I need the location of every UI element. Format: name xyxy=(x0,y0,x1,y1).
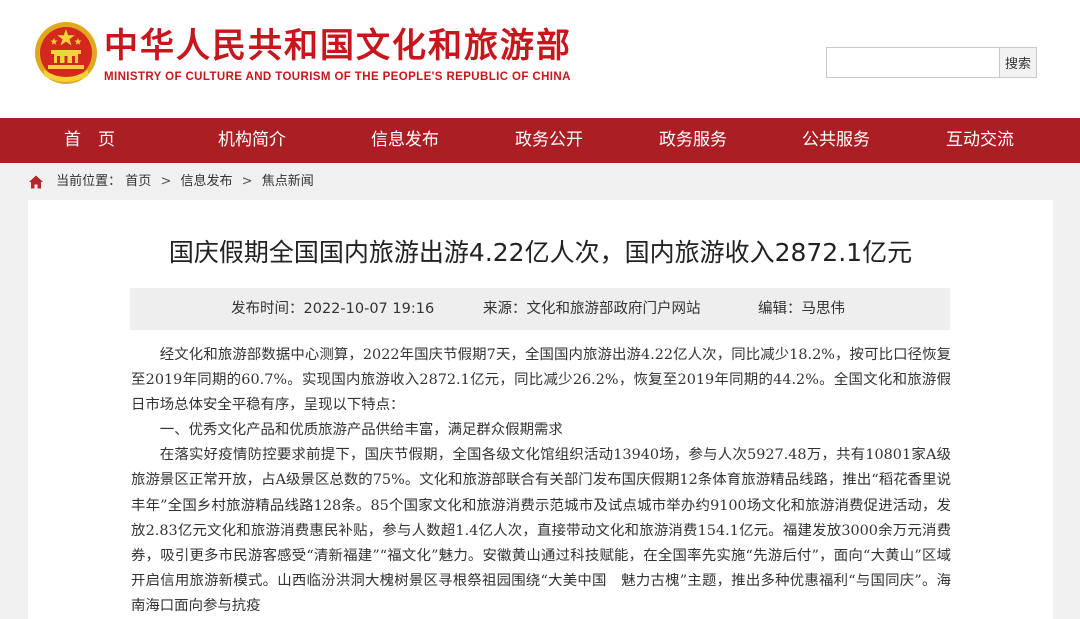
search-button[interactable]: 搜索 xyxy=(999,47,1037,78)
breadcrumb-separator: > xyxy=(241,174,253,189)
site-title-en: MINISTRY OF CULTURE AND TOURISM OF THE P… xyxy=(104,71,571,83)
nav-item-about[interactable]: 机构简介 xyxy=(218,118,286,163)
article-paragraph: 经文化和旅游部数据中心测算，2022年国庆节假期7天，全国国内旅游出游4.22亿… xyxy=(131,347,951,414)
breadcrumb-home[interactable]: 首页 xyxy=(125,174,151,189)
site-title[interactable]: 中华人民共和国文化和旅游部 xyxy=(104,26,572,66)
national-emblem-icon[interactable] xyxy=(34,20,98,86)
search-input[interactable] xyxy=(826,47,1000,78)
nav-item-gov-services[interactable]: 政务服务 xyxy=(659,118,727,163)
breadcrumb-separator: > xyxy=(160,174,172,189)
site-header: 中华人民共和国文化和旅游部 MINISTRY OF CULTURE AND TO… xyxy=(0,0,1080,118)
nav-item-public-services[interactable]: 公共服务 xyxy=(802,118,870,163)
home-icon xyxy=(29,175,43,189)
article-paragraph: 在落实好疫情防控要求前提下，国庆节假期，全国各级文化馆组织活动13940场，参与… xyxy=(131,447,951,614)
editor-value: 马思伟 xyxy=(801,301,846,317)
nav-item-interaction[interactable]: 互动交流 xyxy=(946,118,1014,163)
main-nav: 首 页 机构简介 信息发布 政务公开 政务服务 公共服务 互动交流 xyxy=(0,118,1080,163)
breadcrumb-prefix: 当前位置： xyxy=(56,174,122,189)
publish-time: 发布时间：2022-10-07 19:16 xyxy=(231,288,434,330)
article-section-heading: 一、优秀文化产品和优质旅游产品供给丰富，满足群众假期需求 xyxy=(159,422,563,439)
nav-item-home[interactable]: 首 页 xyxy=(64,118,115,163)
article-source: 来源：文化和旅游部政府门户网站 xyxy=(483,288,701,330)
source-label: 来源： xyxy=(483,301,527,317)
article-editor: 编辑：马思伟 xyxy=(758,288,845,330)
article-title: 国庆假期全国国内旅游出游4.22亿人次，国内旅游收入2872.1亿元 xyxy=(168,238,913,267)
breadcrumb-news[interactable]: 信息发布 xyxy=(181,174,233,189)
publish-time-value: 2022-10-07 19:16 xyxy=(303,301,435,317)
breadcrumb-focus-news[interactable]: 焦点新闻 xyxy=(262,174,314,189)
publish-time-label: 发布时间： xyxy=(231,301,304,317)
breadcrumb: 当前位置： 首页 > 信息发布 > 焦点新闻 xyxy=(28,171,314,193)
nav-item-gov-affairs[interactable]: 政务公开 xyxy=(515,118,583,163)
nav-item-news[interactable]: 信息发布 xyxy=(371,118,439,163)
article-body: 经文化和旅游部数据中心测算，2022年国庆节假期7天，全国国内旅游出游4.22亿… xyxy=(131,343,951,619)
article-container: 国庆假期全国国内旅游出游4.22亿人次，国内旅游收入2872.1亿元 发布时间：… xyxy=(28,200,1053,619)
editor-label: 编辑： xyxy=(758,301,802,317)
source-value: 文化和旅游部政府门户网站 xyxy=(526,301,701,317)
article-meta: 发布时间：2022-10-07 19:16 来源：文化和旅游部政府门户网站 编辑… xyxy=(130,288,950,330)
